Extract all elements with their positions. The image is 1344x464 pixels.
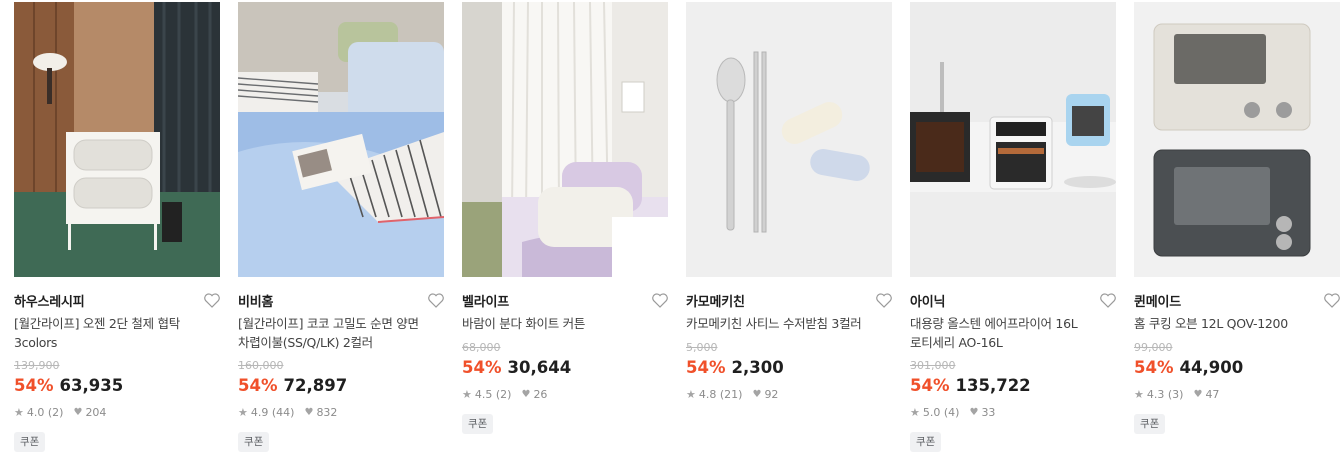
rating-value: 4.0 [26,406,45,419]
review-count: (2) [47,406,64,419]
review-count: (3) [1167,388,1184,401]
product-card[interactable]: 카모메키친 카모메키친 사티느 수저받침 3컬러 5,000 54% 2,300 … [686,0,892,464]
original-price: 301,000 [910,359,956,372]
product-title[interactable]: 홈 쿠킹 오븐 12L QOV-1200 [1134,314,1334,333]
sale-price: 2,300 [731,358,784,377]
review-count: (4) [943,406,960,419]
product-image[interactable] [910,2,1116,277]
price-row: 54% 135,722 [910,376,1031,395]
discount-rate: 54% [910,376,950,395]
like-count: 47 [1205,388,1220,401]
heart-icon: ♥ [752,389,762,400]
product-card[interactable]: 아이닉 대용량 올스텐 에어프라이어 16L 로티세리 AO-16L 301,0… [910,0,1116,464]
brand-name: 비비홈 [238,295,274,310]
wishlist-heart-icon[interactable] [652,293,668,308]
price-row: 54% 2,300 [686,358,784,377]
star-icon: ★ [14,406,24,419]
coupon-badge: 쿠폰 [462,414,494,434]
original-price: 68,000 [462,341,501,354]
wishlist-heart-icon[interactable] [1100,293,1116,308]
sale-price: 63,935 [59,376,124,395]
original-price: 160,000 [238,359,284,372]
product-title[interactable]: 카모메키친 사티느 수저받침 3컬러 [686,314,886,333]
heart-icon: ♥ [969,407,979,418]
star-icon: ★ [238,406,248,419]
price-row: 54% 63,935 [14,376,123,395]
rating-value: 4.5 [474,388,493,401]
heart-icon: ♥ [73,407,83,418]
star-icon: ★ [1134,388,1144,401]
brand-name: 카모메키친 [686,295,745,310]
discount-rate: 54% [462,358,502,377]
sale-price: 30,644 [507,358,572,377]
price-row: 54% 44,900 [1134,358,1243,377]
product-image[interactable] [462,2,668,277]
sale-price: 72,897 [283,376,348,395]
sale-price: 44,900 [1179,358,1244,377]
product-image[interactable] [686,2,892,277]
coupon-badge: 쿠폰 [1134,414,1166,434]
heart-icon: ♥ [304,407,314,418]
product-stats: ★ 4.3 (3) ♥ 47 [1134,388,1219,401]
heart-icon: ♥ [521,389,531,400]
rating-value: 5.0 [922,406,941,419]
star-icon: ★ [686,388,696,401]
product-title[interactable]: 바람이 분다 화이트 커튼 [462,314,662,333]
wishlist-heart-icon[interactable] [1324,293,1340,308]
product-card[interactable]: 퀸메이드 홈 쿠킹 오븐 12L QOV-1200 99,000 54% 44,9… [1134,0,1340,464]
wishlist-heart-icon[interactable] [428,293,444,308]
product-card[interactable]: 비비홈 [월간라이프] 코코 고밀도 순면 양면 차렵이불(SS/Q/LK) 2… [238,0,444,464]
review-count: (2) [495,388,512,401]
original-price: 139,900 [14,359,60,372]
original-price: 99,000 [1134,341,1173,354]
star-icon: ★ [462,388,472,401]
star-icon: ★ [910,406,920,419]
price-row: 54% 30,644 [462,358,571,377]
product-card[interactable]: 하우스레시피 [월간라이프] 오젠 2단 철제 협탁 3colors 139,9… [14,0,220,464]
heart-icon: ♥ [1193,389,1203,400]
product-stats: ★ 4.8 (21) ♥ 92 [686,388,778,401]
brand-name: 하우스레시피 [14,295,85,310]
product-stats: ★ 5.0 (4) ♥ 33 [910,406,995,419]
like-count: 33 [981,406,996,419]
price-row: 54% 72,897 [238,376,347,395]
like-count: 204 [85,406,107,419]
product-stats: ★ 4.5 (2) ♥ 26 [462,388,547,401]
rating-value: 4.9 [250,406,269,419]
rating-value: 4.3 [1146,388,1165,401]
discount-rate: 54% [238,376,278,395]
product-card[interactable]: 벨라이프 바람이 분다 화이트 커튼 68,000 54% 30,644 ★ 4.5… [462,0,668,464]
discount-rate: 54% [1134,358,1174,377]
discount-rate: 54% [14,376,54,395]
product-title[interactable]: 대용량 올스텐 에어프라이어 16L 로티세리 AO-16L [910,314,1110,352]
product-stats: ★ 4.0 (2) ♥ 204 [14,406,106,419]
like-count: 26 [533,388,548,401]
coupon-badge: 쿠폰 [238,432,270,452]
product-stats: ★ 4.9 (44) ♥ 832 [238,406,337,419]
wishlist-heart-icon[interactable] [876,293,892,308]
product-image[interactable] [1134,2,1340,277]
product-title[interactable]: [월간라이프] 코코 고밀도 순면 양면 차렵이불(SS/Q/LK) 2컬러 [238,314,438,352]
brand-name: 아이닉 [910,295,946,310]
product-image[interactable] [238,2,444,277]
review-count: (44) [271,406,295,419]
sale-price: 135,722 [955,376,1031,395]
like-count: 832 [316,406,338,419]
wishlist-heart-icon[interactable] [204,293,220,308]
product-title[interactable]: [월간라이프] 오젠 2단 철제 협탁 3colors [14,314,214,352]
brand-name: 벨라이프 [462,295,510,310]
discount-rate: 54% [686,358,726,377]
original-price: 5,000 [686,341,718,354]
coupon-badge: 쿠폰 [910,432,942,452]
review-count: (21) [719,388,743,401]
like-count: 92 [764,388,779,401]
brand-name: 퀸메이드 [1134,295,1182,310]
coupon-badge: 쿠폰 [14,432,46,452]
rating-value: 4.8 [698,388,717,401]
product-image[interactable] [14,2,220,277]
